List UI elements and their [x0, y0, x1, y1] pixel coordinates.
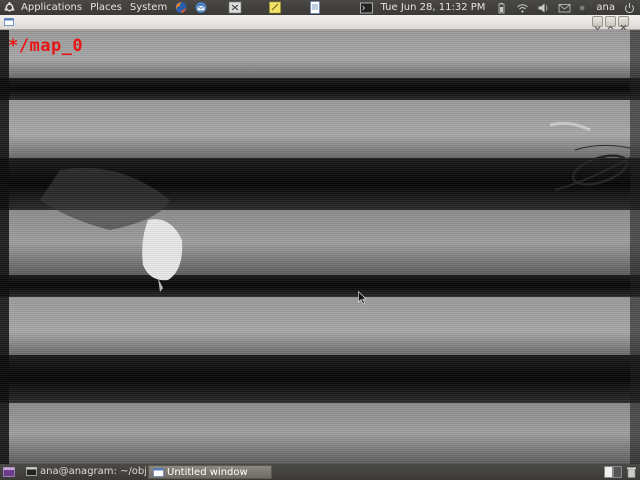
window-icon	[153, 468, 164, 477]
bottom-panel: ana@anagram: ~/objs... Untitled window	[0, 464, 640, 480]
terminal-window-icon	[26, 467, 37, 476]
places-menu[interactable]: Places	[86, 0, 126, 15]
terminal-icon[interactable]	[359, 2, 373, 14]
workspace-switcher[interactable]	[604, 466, 622, 478]
workspace-1[interactable]	[604, 466, 613, 478]
panel-right-area: Tue Jun 28, 11:32 PM ana	[356, 0, 640, 15]
taskbar-item-untitled-window[interactable]: Untitled window	[148, 465, 272, 479]
window-icon[interactable]	[4, 18, 14, 26]
canvas-title: */map_0	[8, 36, 84, 56]
show-desktop-icon[interactable]	[3, 467, 15, 477]
desktop-screen: Applications Places System Tue Jun 28, 1…	[0, 0, 640, 480]
terminal-launcher-icon[interactable]	[228, 1, 242, 14]
taskbar-item-label: ana@anagram: ~/objs...	[40, 466, 146, 477]
minimize-button[interactable]	[592, 16, 603, 31]
render-canvas[interactable]: */map_0	[0, 30, 640, 464]
system-menu[interactable]: System	[126, 0, 171, 15]
close-button[interactable]	[618, 16, 629, 31]
mail-icon[interactable]	[558, 2, 571, 14]
top-panel: Applications Places System Tue Jun 28, 1…	[0, 0, 640, 15]
mouse-pointer-icon	[358, 291, 367, 305]
taskbar-item-terminal[interactable]: ana@anagram: ~/objs...	[22, 465, 146, 479]
clock[interactable]: Tue Jun 28, 11:32 PM	[381, 0, 486, 15]
window-titlebar[interactable]	[0, 15, 640, 31]
user-status-icon[interactable]	[579, 2, 588, 14]
battery-icon[interactable]	[495, 2, 508, 14]
maximize-button[interactable]	[605, 16, 616, 30]
trash-icon[interactable]	[626, 466, 637, 478]
notes-icon[interactable]	[268, 1, 282, 14]
applications-menu[interactable]: Applications	[17, 0, 86, 15]
ubuntu-logo-icon[interactable]	[4, 2, 15, 13]
username[interactable]: ana	[596, 0, 615, 15]
text-editor-icon[interactable]	[308, 1, 322, 14]
network-icon[interactable]	[516, 2, 529, 14]
canvas-image	[0, 30, 640, 464]
thunderbird-icon[interactable]	[194, 1, 208, 14]
workspace-2[interactable]	[613, 466, 622, 478]
power-icon[interactable]	[623, 2, 636, 14]
firefox-icon[interactable]	[174, 1, 188, 14]
taskbar-item-label: Untitled window	[167, 467, 248, 478]
volume-icon[interactable]	[537, 2, 550, 14]
